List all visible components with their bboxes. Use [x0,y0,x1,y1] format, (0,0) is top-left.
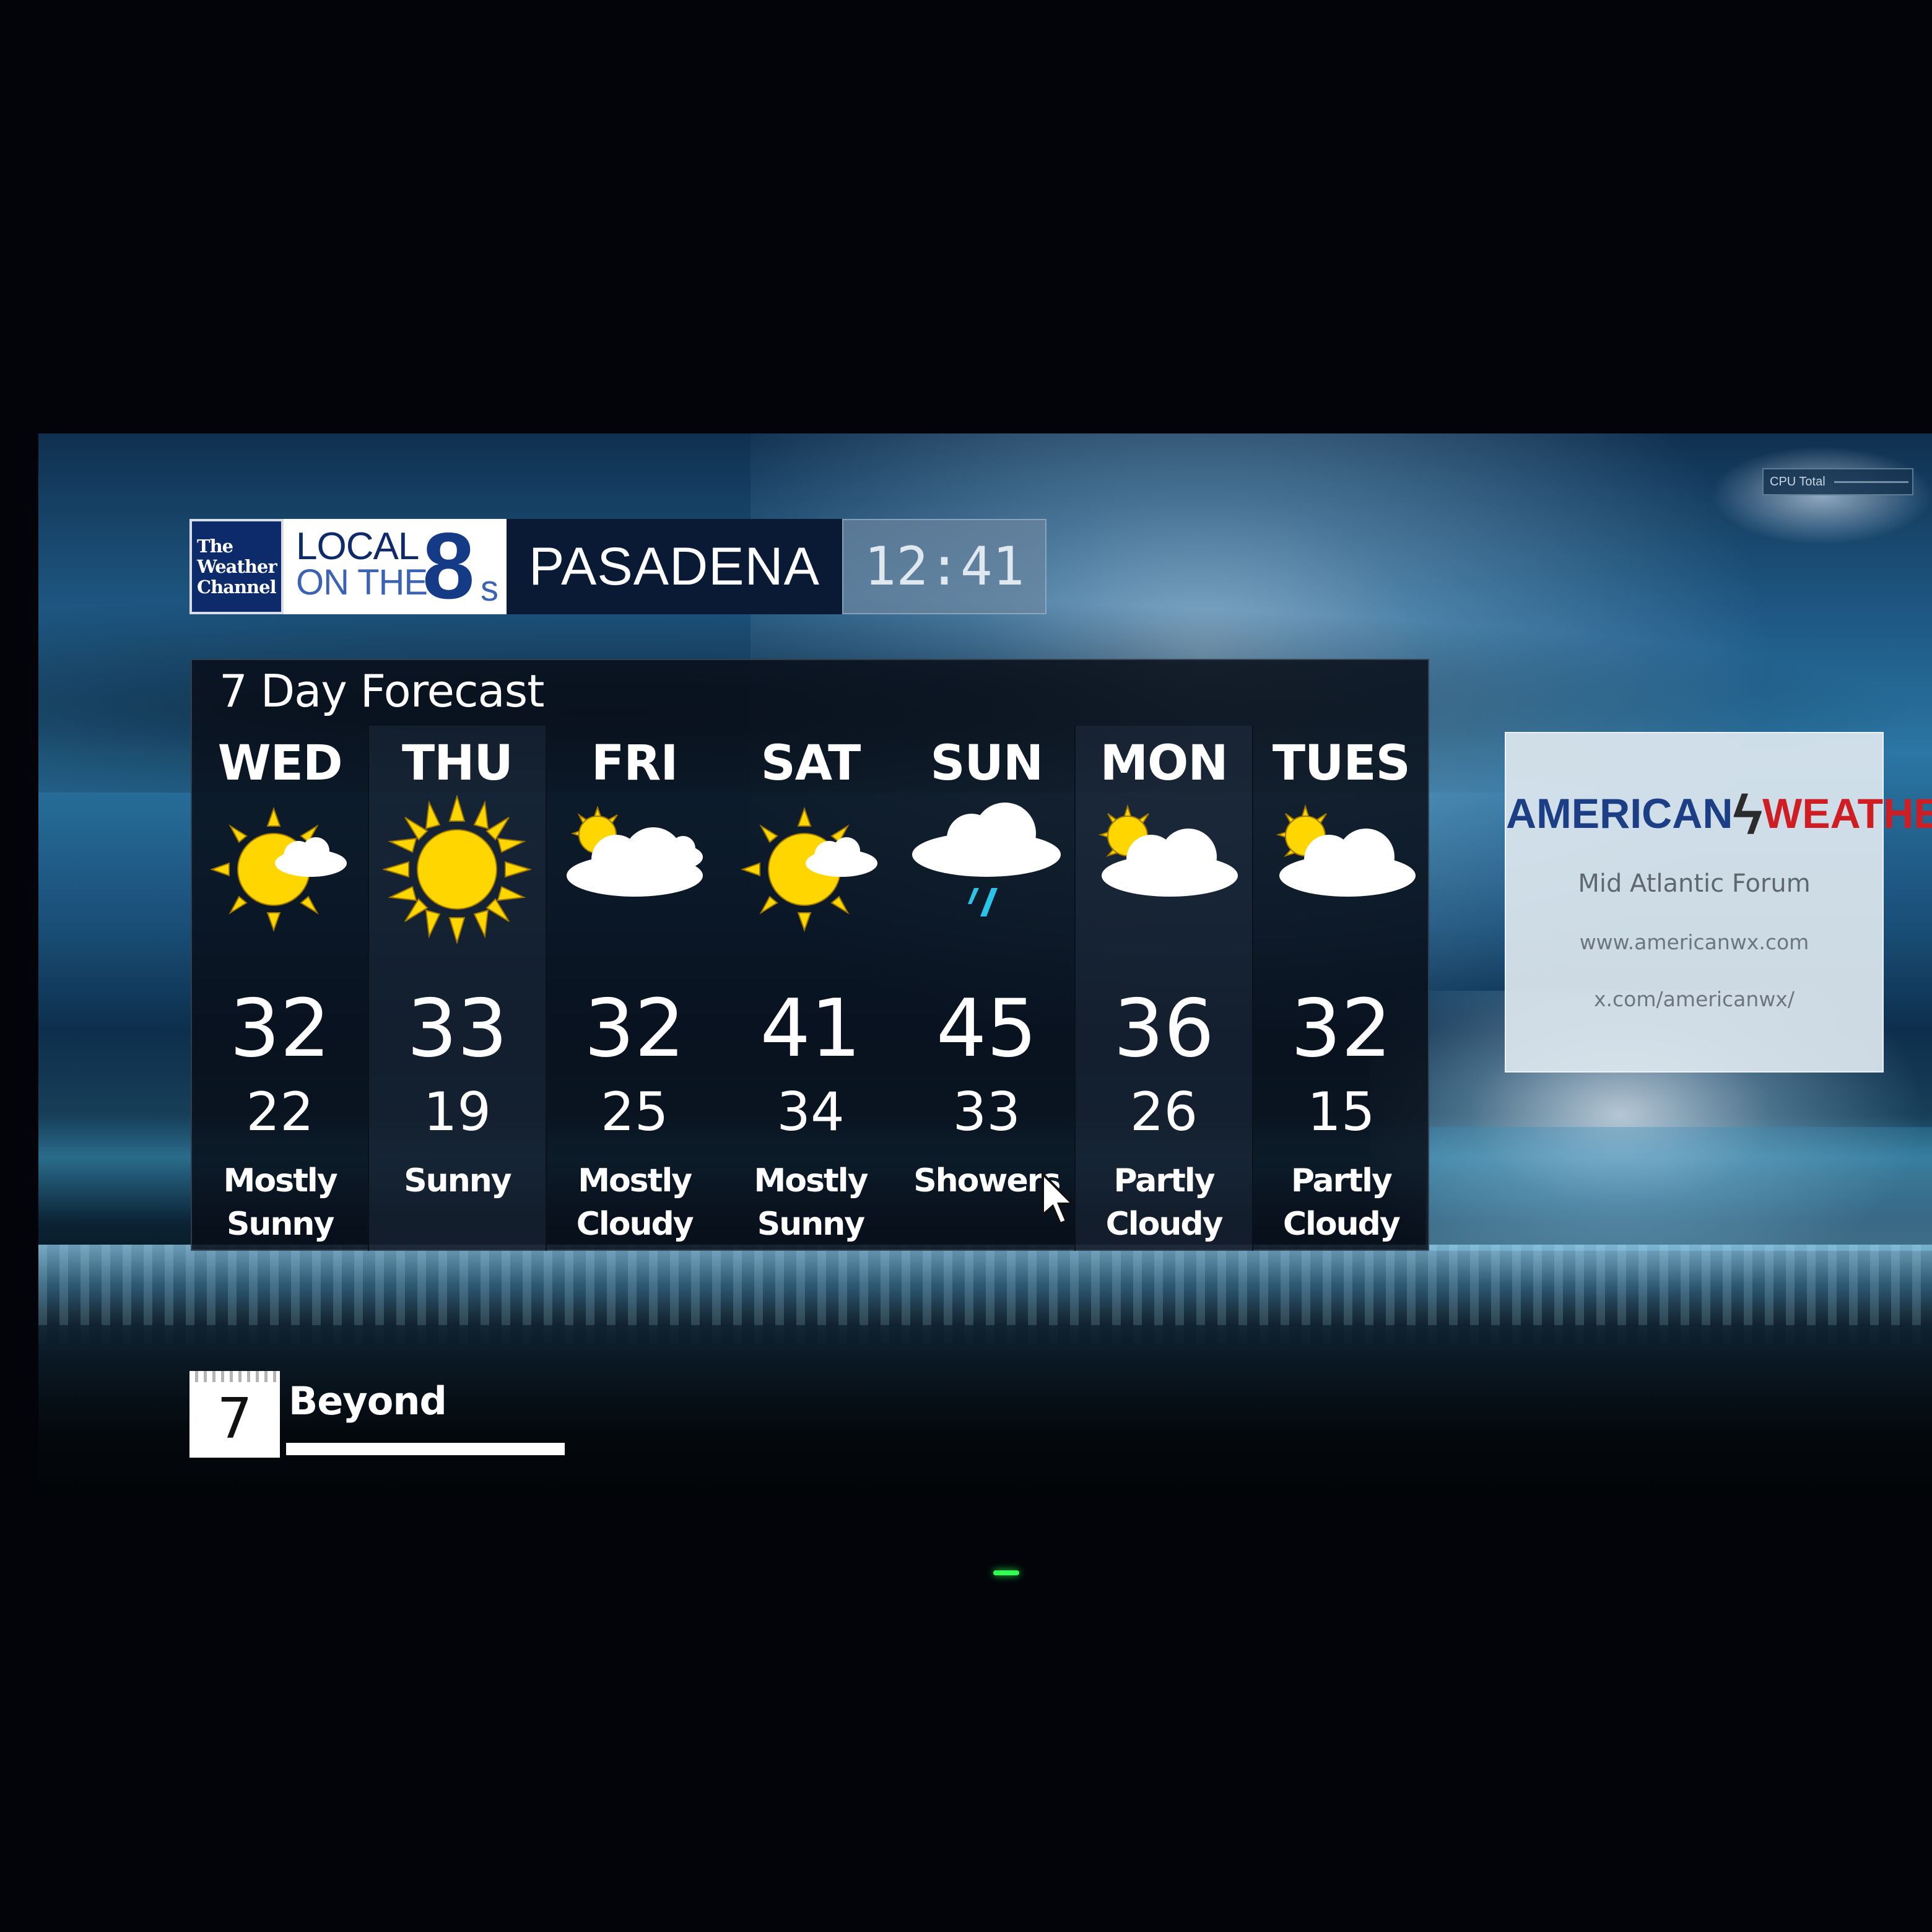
high-temp: 33 [406,983,508,1075]
photo-frame: CPU Total The Weather Channel LOCAL ON T… [0,0,1932,1932]
condition-text: Sunny [404,1162,511,1199]
forecast-day-fri: FRI 32 25 Mostly Cloudy [547,726,723,1251]
forum-subtitle: Mid Atlantic Forum [1578,869,1811,898]
day-label: THU [402,736,513,791]
high-temp: 32 [229,983,331,1075]
day-label: SUN [930,736,1043,791]
calendar-number: 7 [217,1386,253,1451]
sunny-icon [381,794,533,945]
high-temp: 45 [936,983,1037,1075]
lightning-bolt-icon: ϟ [1733,785,1763,846]
cpu-bar [1834,481,1908,483]
day-label: FRI [591,736,678,791]
high-temp: 36 [1113,983,1214,1075]
condition-text: Partly Cloudy [1105,1162,1224,1243]
low-temp: 19 [423,1081,492,1143]
clock: 12:41 [842,519,1046,614]
day-label: SAT [760,736,861,791]
high-temp: 32 [584,983,685,1075]
cpu-label: CPU Total [1770,474,1825,489]
cpu-widget[interactable]: CPU Total [1762,468,1913,495]
weather-channel-logo: The Weather Channel [189,519,284,614]
showers-icon [912,795,1061,944]
program-line2: ON THE [296,562,428,603]
high-temp: 41 [760,983,861,1075]
brand-left: AMERICAN [1506,790,1733,837]
website-link[interactable]: www.americanwx.com [1506,930,1882,954]
low-temp: 34 [777,1081,845,1143]
condition-text: Mostly Sunny [754,1162,868,1243]
logo-line: The [197,535,233,557]
segment-label: Beyond [289,1378,447,1424]
partly-cloudy-icon [1267,795,1416,944]
partly-cloudy-icon [1089,795,1238,944]
high-temp: 32 [1290,983,1392,1075]
mostly-cloudy-icon [560,795,709,944]
mouse-pointer-icon [1040,1171,1077,1227]
forecast-day-thu: THU 33 19 Sunny [368,726,547,1251]
power-led [993,1570,1019,1575]
forecast-day-wed: WED 32 22 Mostly Sunny [192,726,368,1251]
mostly-sunny-icon [206,795,354,944]
calendar-icon: 7 [189,1371,280,1458]
american-weather-logo: AMERICANϟWEATHER [1506,778,1932,846]
program-suffix: s [481,568,498,609]
sponsor-card[interactable]: AMERICANϟWEATHER Mid Atlantic Forum www.… [1505,732,1932,1073]
low-temp: 15 [1307,1081,1375,1143]
condition-text: Mostly Cloudy [576,1162,694,1243]
forecast-day-mon: MON 36 26 Partly Cloudy [1074,726,1253,1251]
forecast-columns: WED 32 22 Mostly Sunny THU 33 19 Sunny F… [192,726,1429,1251]
forecast-panel: 7 Day Forecast WED 32 22 Mostly Sunny TH… [191,659,1429,1251]
forecast-day-sat: SAT 41 34 Mostly Sunny [723,726,899,1251]
low-temp: 22 [246,1081,314,1143]
logo-line: Weather [197,555,277,577]
calendar-binding [189,1371,280,1382]
day-label: TUES [1272,736,1411,791]
sea-background [1425,1127,1932,1251]
forecast-title: 7 Day Forecast [219,665,544,717]
small-cloud [1710,446,1932,545]
condition-text: Mostly Sunny [223,1162,338,1243]
brand-right: WEATHER [1762,790,1932,837]
mostly-sunny-icon [736,795,885,944]
local-on-the-8s-logo: LOCAL ON THE 8 s [284,519,507,614]
city-label: PASADENA [529,536,820,596]
logo-line: Channel [197,576,277,598]
day-label: MON [1100,736,1228,791]
city-name: PASADENA [507,519,842,614]
low-temp: 26 [1129,1081,1198,1143]
segment-progress-bar [286,1443,565,1455]
low-temp: 25 [600,1081,669,1143]
clock-time: 12:41 [864,536,1025,598]
program-number: 8 [422,513,475,619]
condition-text: Partly Cloudy [1282,1162,1401,1243]
program-line1: LOCAL [296,525,419,568]
low-temp: 33 [952,1081,1020,1143]
x-link[interactable]: x.com/americanwx/ [1506,987,1882,1011]
forecast-day-tues: TUES 32 15 Partly Cloudy [1253,726,1429,1251]
header-bar: The Weather Channel LOCAL ON THE 8 s PAS… [189,519,1046,614]
day-label: WED [217,736,343,791]
